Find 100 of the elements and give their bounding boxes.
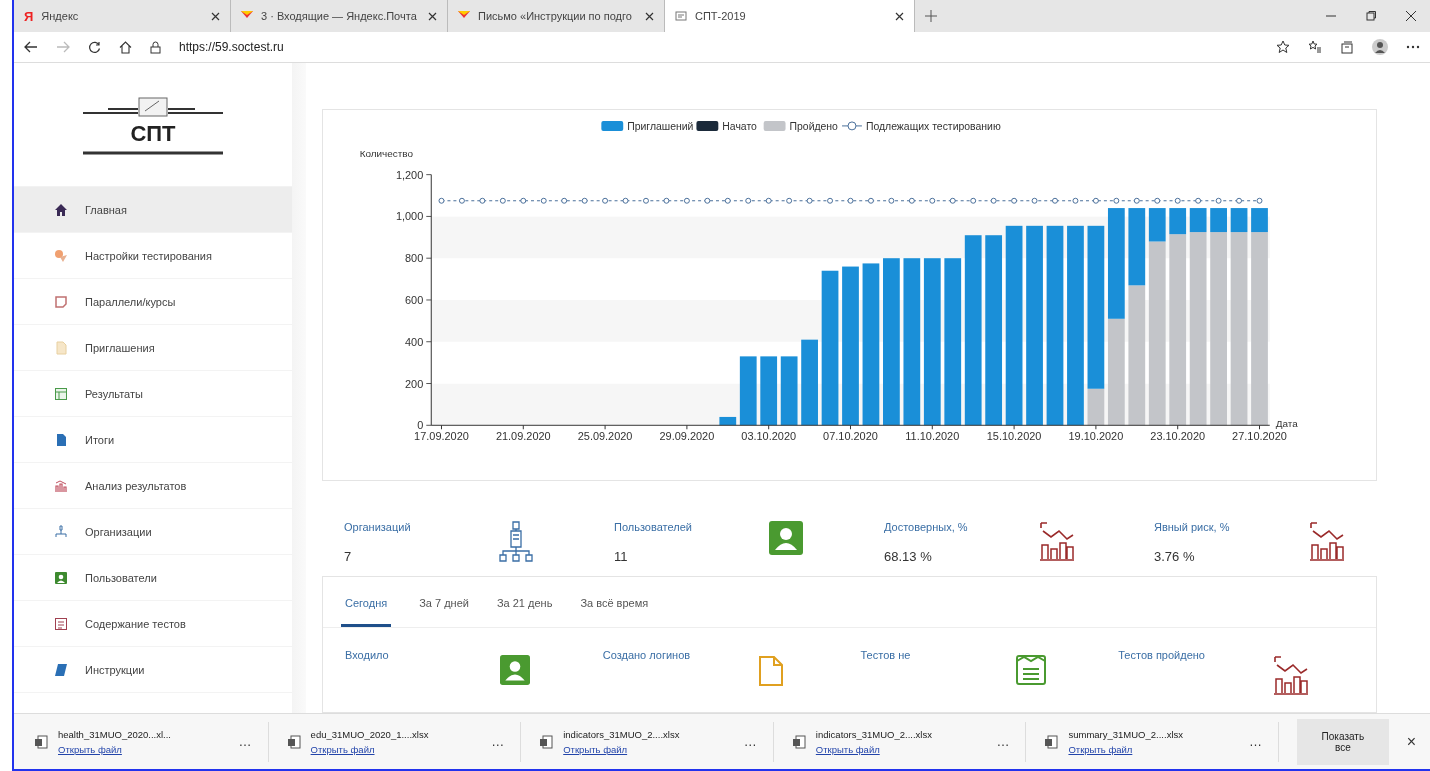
spreadsheet-file-icon (34, 734, 48, 749)
y-tick (425, 215, 432, 217)
more-button[interactable]: … (996, 734, 1010, 749)
star-icon[interactable] (1276, 40, 1290, 54)
more-button[interactable]: … (743, 734, 757, 749)
x-tick-label: 15.10.2020 (986, 430, 1042, 443)
lock-icon (150, 40, 161, 54)
legend-label[interactable]: Приглашений (627, 120, 694, 132)
legend-label[interactable]: Подлежащих тестированию (865, 120, 1001, 132)
legend-line-marker (841, 121, 863, 131)
logo[interactable]: СПТ (83, 94, 223, 155)
x-tick-label: 25.09.2020 (577, 430, 633, 443)
legend-swatch (601, 120, 624, 131)
browser-tab[interactable]: СПТ-2019 (665, 0, 915, 32)
profile-icon[interactable] (1372, 39, 1388, 55)
download-file-name: health_31MUO_2020...xl... (58, 728, 172, 740)
show-all-button[interactable]: Показать все (1297, 718, 1389, 765)
download-file-name: summary_31MUO_2....xlsx (1068, 728, 1184, 740)
close-icon[interactable] (1406, 11, 1416, 21)
sidebar-item[interactable]: Пользователи (14, 555, 292, 601)
stat-label: Пользователей (614, 521, 693, 533)
y-tick-label: 0 (417, 419, 424, 432)
legend-label[interactable]: Пройдено (789, 120, 838, 132)
sidebar-item[interactable]: Содержание тестов (14, 601, 292, 647)
stat-value: 3.76 % (1154, 549, 1196, 564)
metric-label: Тестов пройдено (1118, 648, 1206, 661)
stat-value: 7 (344, 549, 353, 564)
stat-label: Достоверных, % (884, 521, 969, 533)
period-tab[interactable]: За всё время (580, 576, 649, 627)
x-tick-label: 17.09.2020 (414, 430, 469, 443)
download-file-name: indicators_31MUO_2....xlsx (563, 728, 681, 740)
y-tick-label: 400 (405, 335, 424, 348)
open-file-link[interactable]: Открыть файл (58, 743, 229, 755)
document-icon (757, 654, 784, 687)
x-tick-label: 27.10.2020 (1232, 430, 1287, 443)
x-axis-title: Дата (1275, 418, 1298, 430)
home-icon[interactable] (119, 40, 132, 54)
back-icon[interactable] (24, 41, 38, 53)
open-file-link[interactable]: Открыть файл (815, 743, 987, 755)
page-icon (675, 10, 687, 22)
document-icon (54, 340, 68, 355)
favorites-icon[interactable] (1308, 40, 1322, 54)
x-tick-label: 19.10.2020 (1068, 430, 1124, 443)
y-tick-label: 600 (405, 293, 424, 306)
y-tick (425, 424, 432, 426)
close-icon[interactable] (211, 11, 220, 21)
more-button[interactable]: … (1249, 734, 1263, 749)
x-tick-label: 23.10.2020 (1150, 430, 1206, 443)
sidebar-item[interactable]: Главная (14, 187, 292, 233)
collections-icon[interactable] (1340, 40, 1354, 54)
user-icon (54, 570, 68, 585)
y-tick (425, 299, 432, 301)
y-tick-label: 1,200 (395, 168, 424, 181)
sidebar-item[interactable]: Результаты (14, 371, 292, 417)
table-icon (54, 386, 68, 401)
y-tick-label: 200 (405, 377, 424, 390)
chart-icon (1309, 521, 1345, 561)
y-tick-label: 800 (405, 252, 424, 265)
y-tick-label: 1,000 (395, 210, 424, 223)
x-tick-label: 07.10.2020 (823, 430, 878, 443)
user-icon (769, 521, 803, 555)
open-file-link[interactable]: Открыть файл (310, 743, 482, 755)
close-button[interactable]: × (1388, 732, 1430, 751)
open-file-link[interactable]: Открыть файл (1068, 743, 1240, 755)
stat-value: 11 (614, 549, 629, 564)
address-bar[interactable]: https://59.soctest.ru (179, 40, 1258, 54)
period-tab[interactable]: За 21 день (496, 576, 553, 627)
refresh-icon[interactable] (88, 40, 101, 54)
period-tab[interactable]: Сегодня (341, 576, 392, 627)
more-button[interactable]: … (238, 734, 252, 749)
x-tick-label: 21.09.2020 (495, 430, 551, 443)
note-icon (54, 294, 68, 309)
close-icon[interactable] (428, 11, 437, 21)
x-tick-label: 29.09.2020 (659, 430, 715, 443)
hierarchy-icon (54, 524, 68, 539)
close-icon[interactable] (895, 11, 904, 21)
more-icon[interactable] (1406, 45, 1420, 49)
stat-label: Явный риск, % (1154, 521, 1231, 533)
restore-icon[interactable] (1366, 11, 1376, 21)
file-icon (54, 432, 68, 447)
sidebar-item[interactable]: Приглашения (14, 325, 292, 371)
stat-label: Организаций (344, 521, 412, 533)
home-icon (54, 202, 68, 217)
list-icon (1015, 654, 1046, 685)
spreadsheet-file-icon (791, 734, 806, 749)
metric-label: Входило (345, 648, 390, 661)
period-tab[interactable]: За 7 дней (419, 576, 469, 627)
spreadsheet-file-icon (1044, 734, 1059, 749)
more-button[interactable]: … (491, 734, 505, 749)
x-tick-label: 11.10.2020 (905, 430, 960, 443)
yandex-favicon: Я (24, 8, 34, 24)
y-tick (425, 174, 432, 176)
y-tick (425, 383, 432, 384)
legend-label[interactable]: Начато (722, 120, 757, 132)
download-file-name: edu_31MUO_2020_1....xlsx (310, 728, 430, 740)
open-file-link[interactable]: Открыть файл (563, 743, 734, 755)
bar (719, 416, 737, 426)
close-icon[interactable] (645, 11, 654, 21)
metric-label: Создано логинов (602, 648, 692, 661)
chart-icon (1273, 654, 1310, 695)
